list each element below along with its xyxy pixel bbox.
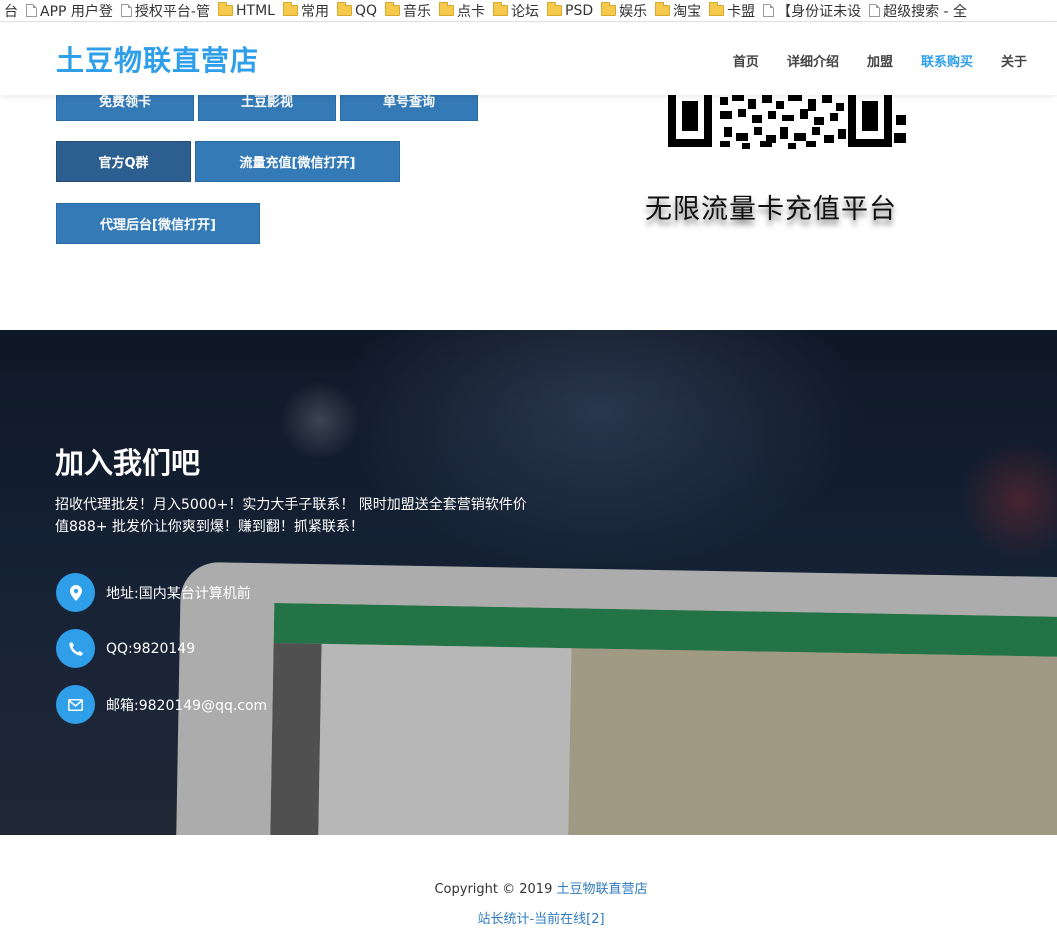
free-card-button[interactable]: 免费领卡 <box>56 95 194 121</box>
nav-details[interactable]: 详细介绍 <box>787 51 839 70</box>
email-text: 邮箱:9820149@qq.com <box>106 697 268 714</box>
bookmark-label: HTML <box>235 2 275 19</box>
bookmark-folder[interactable]: QQ <box>333 0 381 21</box>
bookmark-label: 淘宝 <box>673 3 702 20</box>
copyright-link[interactable]: 土豆物联直营店 <box>557 882 648 897</box>
bookmark-item[interactable]: APP 用户登 <box>22 0 117 21</box>
stats-link[interactable]: 站长统计-当前在线[2] <box>477 912 604 927</box>
bookmark-folder[interactable]: 论坛 <box>489 0 543 21</box>
bookmark-label: QQ <box>354 2 377 19</box>
bookmark-label: 音乐 <box>403 3 431 20</box>
bookmark-label: 【身份证未设 <box>777 3 862 20</box>
bookmark-folder[interactable]: 点卡 <box>435 0 489 21</box>
folder-icon <box>385 2 400 16</box>
bookmark-folder[interactable]: 卡盟 <box>705 0 759 21</box>
address-text: 地址:国内某台计算机前 <box>106 585 251 602</box>
envelope-icon <box>56 685 95 724</box>
bookmark-label: 卡盟 <box>727 3 756 20</box>
page-icon <box>763 4 775 17</box>
folder-icon <box>217 2 233 16</box>
bookmark-folder[interactable]: HTML <box>214 0 279 21</box>
links-section: 免费领卡 土豆影视 单号查询 官方Q群 流量充值[微信打开] 代理后台[微信打开… <box>0 95 1057 330</box>
bookmark-item[interactable]: 授权平台-管 <box>117 0 214 21</box>
folder-icon <box>439 2 454 16</box>
folder-icon <box>655 2 671 16</box>
bookmark-label: 常用 <box>300 3 329 20</box>
bookmark-folder[interactable]: 娱乐 <box>597 0 651 21</box>
site-header: 土豆物联直营店 首页 详细介绍 加盟 联系购买 关于 <box>0 23 1057 95</box>
copyright-text: Copyright © 2019 <box>434 882 557 897</box>
site-footer: Copyright © 2019 土豆物联直营店 站长统计-当前在线[2] <box>0 835 1057 936</box>
copyright: Copyright © 2019 土豆物联直营店 <box>0 878 1057 897</box>
contact-email: 邮箱:9820149@qq.com <box>56 685 267 724</box>
bookmark-label: 超级搜索 - 全 <box>883 3 968 20</box>
contact-qq: QQ:9820149 <box>56 629 195 668</box>
bookmark-item[interactable]: 超级搜索 - 全 <box>865 0 971 21</box>
main-nav: 首页 详细介绍 加盟 联系购买 关于 <box>705 51 1027 70</box>
bookmarks-bar: 台 APP 用户登 授权平台-管 HTML 常用 QQ 音乐 点卡 论坛 PSD… <box>0 0 1057 22</box>
qq-group-button[interactable]: 官方Q群 <box>56 141 191 182</box>
page-icon <box>120 4 132 17</box>
bookmark-folder[interactable]: PSD <box>543 0 597 21</box>
contact-address: 地址:国内某台计算机前 <box>56 573 251 612</box>
bookmark-label: 论坛 <box>511 3 539 20</box>
bookmark-label: APP 用户登 <box>40 3 113 20</box>
page-icon <box>869 4 881 17</box>
bookmark-folder[interactable]: 淘宝 <box>651 0 705 21</box>
folder-icon <box>493 2 508 16</box>
data-recharge-button[interactable]: 流量充值[微信打开] <box>195 141 400 182</box>
order-query-button[interactable]: 单号查询 <box>340 95 478 121</box>
bookmark-label: 点卡 <box>457 3 485 20</box>
nav-contact-buy[interactable]: 联系购买 <box>921 51 973 70</box>
bookmark-label: PSD <box>565 2 594 19</box>
hero-description: 招收代理批发！月入5000+！实力大手子联系！ 限时加盟送全套营销软件价值888… <box>55 497 527 535</box>
map-pin-icon <box>56 573 95 612</box>
tudou-video-button[interactable]: 土豆影视 <box>198 95 336 121</box>
qq-text: QQ:9820149 <box>106 640 196 657</box>
agent-backend-button[interactable]: 代理后台[微信打开] <box>56 203 260 244</box>
qr-caption: 无限流量卡充值平台 <box>645 194 897 225</box>
site-stats: 站长统计-当前在线[2] <box>0 908 1057 927</box>
bookmark-label: 娱乐 <box>619 3 648 20</box>
qr-code-image <box>668 95 916 153</box>
nav-about[interactable]: 关于 <box>1001 51 1027 70</box>
page-icon <box>26 4 37 17</box>
folder-icon <box>709 2 725 16</box>
phone-icon <box>56 629 95 668</box>
bookmark-folder[interactable]: 音乐 <box>381 0 435 21</box>
folder-icon <box>601 2 617 16</box>
site-logo[interactable]: 土豆物联直营店 <box>56 39 259 79</box>
folder-icon <box>547 2 562 16</box>
bookmark-folder[interactable]: 常用 <box>279 0 333 21</box>
bookmark-item[interactable]: 【身份证未设 <box>759 0 865 21</box>
bookmark-item[interactable]: 台 <box>0 0 22 21</box>
bookmark-label: 台 <box>4 3 18 20</box>
bookmark-label: 授权平台-管 <box>134 3 210 20</box>
nav-home[interactable]: 首页 <box>733 51 759 70</box>
join-us-section: 加入我们吧 招收代理批发！月入5000+！实力大手子联系！ 限时加盟送全套营销软… <box>0 330 1057 835</box>
hero-title: 加入我们吧 <box>55 446 201 480</box>
folder-icon <box>282 2 298 16</box>
nav-join[interactable]: 加盟 <box>867 51 893 70</box>
folder-icon <box>336 2 352 16</box>
